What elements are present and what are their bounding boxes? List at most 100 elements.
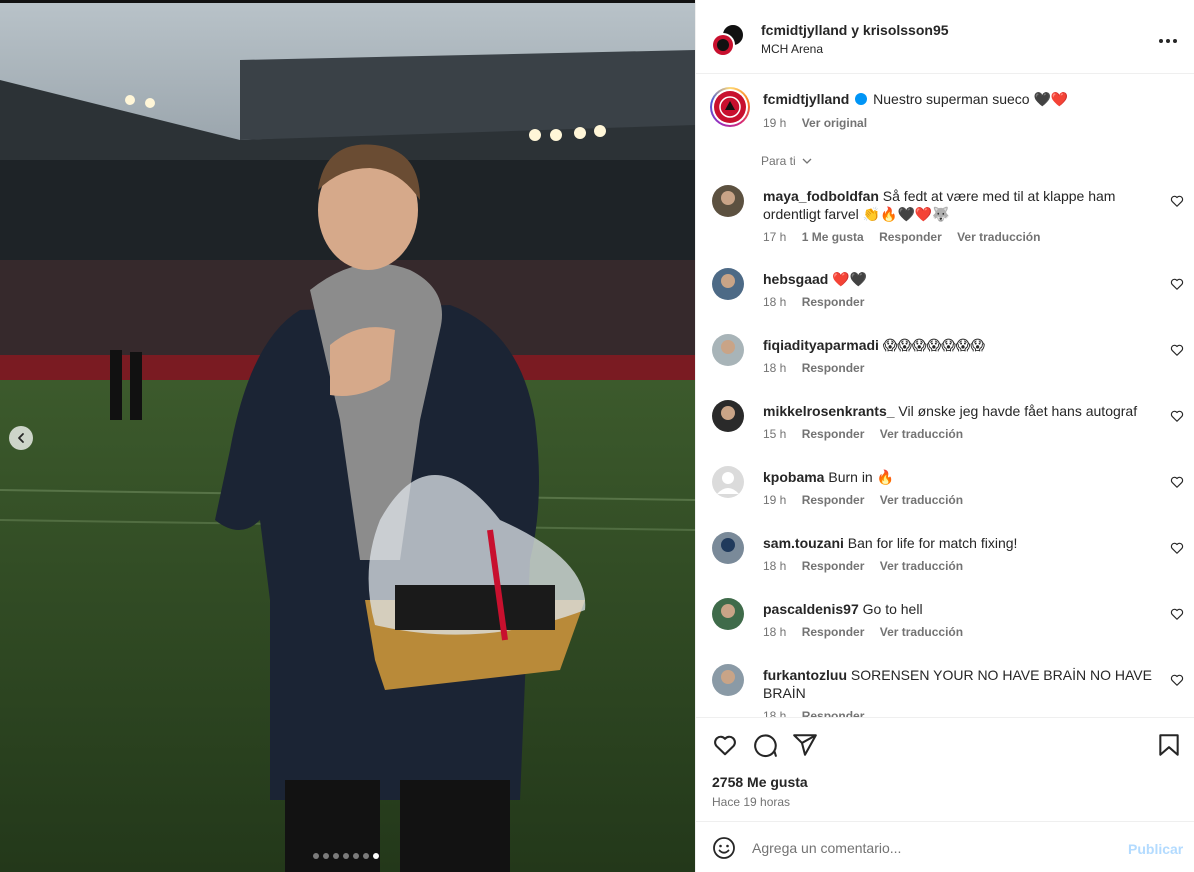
comment-meta: 18 h Responder Ver traducción	[763, 625, 964, 639]
comment-text: mikkelrosenkrants_ Vil ønske jeg havde f…	[763, 403, 1138, 419]
chevron-left-icon	[18, 433, 24, 443]
comment-text: pascaldenis97 Go to hell	[763, 601, 923, 617]
list-item: furkantozluu SORENSEN YOUR NO HAVE BRAİN…	[696, 664, 1194, 717]
emoji-icon[interactable]	[712, 836, 736, 860]
list-item: mikkelrosenkrants_ Vil ønske jeg havde f…	[696, 400, 1194, 460]
post-side-panel: fcmidtjylland y krisolsson95 MCH Arena f…	[695, 0, 1194, 872]
comment-meta: 18 h Responder Ver traducción	[763, 559, 964, 573]
photo-illustration	[0, 0, 695, 872]
comment-username[interactable]: kpobama	[763, 469, 824, 485]
see-original-link[interactable]: Ver original	[802, 116, 867, 130]
comment-meta: 18 h Responder	[763, 709, 876, 717]
carousel-dot	[343, 853, 349, 859]
list-item: fiqiadityaparmadi 😱😱😱😱😱😱😱 18 h Responder	[696, 334, 1194, 394]
comment-text: hebsgaad ❤️🖤	[763, 271, 868, 287]
heart-icon[interactable]	[1170, 541, 1184, 555]
reply-button[interactable]: Responder	[802, 427, 865, 441]
post-timestamp[interactable]: Hace 19 horas	[712, 795, 790, 809]
comment-text: sam.touzani Ban for life for match fixin…	[763, 535, 1018, 551]
comment-username[interactable]: fiqiadityaparmadi	[763, 337, 879, 353]
comment-text: maya_fodboldfan Så fedt at være med til …	[763, 188, 1116, 222]
carousel-dot	[353, 853, 359, 859]
reply-button[interactable]: Responder	[802, 361, 865, 375]
avatar[interactable]	[712, 598, 744, 630]
avatar[interactable]	[712, 400, 744, 432]
comment-meta: 19 h Responder Ver traducción	[763, 493, 964, 507]
post-photo	[0, 0, 695, 872]
comment-username[interactable]: sam.touzani	[763, 535, 844, 551]
comment-icon[interactable]	[752, 732, 778, 758]
likes-count[interactable]: 2758 Me gusta	[712, 774, 808, 790]
avatar[interactable]	[712, 185, 744, 217]
verified-badge-icon	[855, 93, 868, 105]
bookmark-icon[interactable]	[1156, 732, 1182, 758]
avatar[interactable]	[712, 268, 744, 300]
reply-button[interactable]: Responder	[802, 625, 865, 639]
translate-button[interactable]: Ver traducción	[880, 493, 963, 507]
heart-icon[interactable]	[1170, 343, 1184, 357]
post-location[interactable]: MCH Arena	[761, 42, 823, 56]
caption: fcmidtjylland Nuestro superman sueco 🖤❤️	[763, 91, 1068, 108]
chevron-down-icon	[802, 158, 812, 164]
carousel-indicator	[313, 853, 379, 859]
carousel-dot	[323, 853, 329, 859]
avatar[interactable]	[712, 334, 744, 366]
like-heart-icon[interactable]	[712, 732, 738, 758]
caption-time[interactable]: 19 h	[763, 116, 786, 130]
more-options-button[interactable]	[1156, 29, 1180, 53]
avatar[interactable]	[710, 87, 750, 127]
comment-username[interactable]: mikkelrosenkrants_	[763, 403, 895, 419]
avatar	[711, 33, 735, 57]
heart-icon[interactable]	[1170, 673, 1184, 687]
carousel-dot	[333, 853, 339, 859]
more-horizontal-icon	[1159, 39, 1177, 43]
comment-username[interactable]: hebsgaad	[763, 271, 828, 287]
translate-button[interactable]: Ver traducción	[880, 625, 963, 639]
heart-icon[interactable]	[1170, 409, 1184, 423]
comment-username[interactable]: furkantozluu	[763, 667, 847, 683]
avatar[interactable]	[712, 664, 744, 696]
comment-meta: 17 h 1 Me gusta Responder Ver traducción	[763, 230, 1041, 244]
comment-text: fiqiadityaparmadi 😱😱😱😱😱😱😱	[763, 337, 985, 353]
list-item: sam.touzani Ban for life for match fixin…	[696, 532, 1194, 592]
comment-meta: 18 h Responder	[763, 295, 865, 309]
comment-text: furkantozluu SORENSEN YOUR NO HAVE BRAİN…	[763, 667, 1152, 701]
translate-button[interactable]: Ver traducción	[880, 427, 963, 441]
reply-button[interactable]: Responder	[802, 559, 865, 573]
publish-button[interactable]: Publicar	[1128, 841, 1183, 857]
comment-filter-label: Para ti	[761, 154, 796, 168]
list-item: hebsgaad ❤️🖤 18 h Responder	[696, 268, 1194, 328]
comment-username[interactable]: maya_fodboldfan	[763, 188, 879, 204]
comment-text: kpobama Burn in 🔥	[763, 469, 895, 485]
comment-input[interactable]	[752, 836, 1112, 860]
heart-icon[interactable]	[1170, 194, 1184, 208]
caption-text: Nuestro superman sueco 🖤❤️	[873, 91, 1069, 107]
avatar[interactable]	[712, 532, 744, 564]
share-icon[interactable]	[792, 732, 818, 758]
carousel-prev-button[interactable]	[9, 426, 33, 450]
comment-username[interactable]: pascaldenis97	[763, 601, 859, 617]
heart-icon[interactable]	[1170, 607, 1184, 621]
heart-icon[interactable]	[1170, 475, 1184, 489]
post-header: fcmidtjylland y krisolsson95 MCH Arena	[696, 3, 1194, 74]
list-item: pascaldenis97 Go to hell 18 h Responder …	[696, 598, 1194, 658]
add-comment-bar: Publicar	[696, 821, 1194, 872]
translate-button[interactable]: Ver traducción	[880, 559, 963, 573]
post-actions: 2758 Me gusta Hace 19 horas	[696, 717, 1194, 821]
carousel-dot	[363, 853, 369, 859]
caption-username[interactable]: fcmidtjylland	[763, 91, 849, 107]
reply-button[interactable]: Responder	[802, 493, 865, 507]
reply-button[interactable]: Responder	[879, 230, 942, 244]
comment-filter-dropdown[interactable]: Para ti	[761, 154, 812, 168]
comments-section: fcmidtjylland Nuestro superman sueco 🖤❤️…	[696, 75, 1194, 717]
list-item: kpobama Burn in 🔥 19 h Responder Ver tra…	[696, 466, 1194, 526]
collab-avatars[interactable]	[711, 23, 745, 57]
reply-button[interactable]: Responder	[802, 295, 865, 309]
list-item: maya_fodboldfan Så fedt at være med til …	[696, 185, 1194, 245]
avatar[interactable]	[712, 466, 744, 498]
heart-icon[interactable]	[1170, 277, 1184, 291]
translate-button[interactable]: Ver traducción	[957, 230, 1040, 244]
reply-button[interactable]: Responder	[802, 709, 865, 717]
post-author[interactable]: fcmidtjylland y krisolsson95	[761, 22, 949, 38]
caption-meta: 19 h Ver original	[763, 116, 879, 130]
